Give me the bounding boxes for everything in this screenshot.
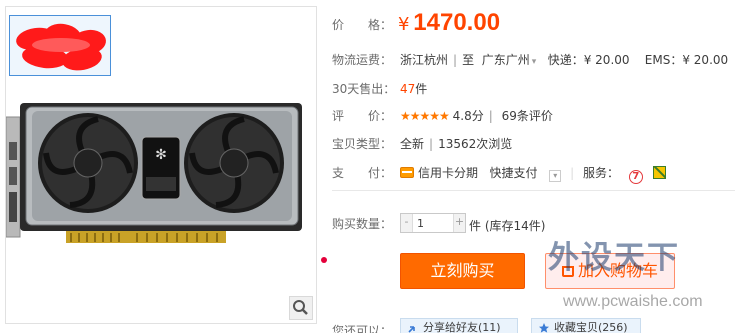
favorite-button[interactable]: 收藏宝贝(256) [531, 318, 641, 333]
payment-label: 支 付： [332, 166, 393, 180]
type-sep: | [429, 137, 434, 151]
share-label: 您还可以： [332, 324, 393, 333]
payment-divider: | [570, 166, 575, 180]
rating-count-link[interactable]: 69条评价 [502, 109, 553, 123]
site-watermark-title: 外设天下 [548, 240, 680, 276]
quantity-label: 购买数量： [332, 217, 393, 231]
view-count: 13562次浏览 [438, 137, 513, 151]
shop-logo [9, 15, 111, 76]
dropdown-arrow-icon[interactable]: ▾ [549, 170, 562, 182]
ship-to-dropdown-icon[interactable]: ▾ [532, 57, 537, 67]
ship-sep: | [453, 53, 458, 67]
stock-info: 件 (库存14件) [469, 217, 545, 234]
guarantee-icon[interactable] [652, 166, 666, 179]
item-condition: 全新 [400, 137, 425, 151]
zoom-icon [293, 300, 308, 315]
price-amount: 1470.00 [413, 9, 501, 36]
service-label: 服务： [583, 166, 620, 180]
price-label: 价 格： [332, 18, 393, 32]
rating-stars: ★★★★★ [400, 109, 450, 123]
price-currency: ¥ [398, 14, 410, 35]
rating-score: 4.8分 [452, 109, 484, 123]
shipping-label: 物流运费： [332, 53, 393, 67]
ship-to-select[interactable]: 广东广州 [482, 53, 530, 67]
svg-text:✻: ✻ [155, 147, 167, 163]
stock-count: (库存14件) [484, 219, 546, 233]
section-divider [332, 190, 735, 191]
sales-unit: 件 [415, 82, 428, 96]
rating-sep: | [488, 109, 493, 123]
sales-count: 47 [400, 82, 416, 96]
rating-count-unit: 条评价 [516, 109, 553, 123]
credit-card-icon [400, 167, 414, 178]
share-button[interactable]: 分享给好友(11) [400, 318, 518, 333]
indicator-dot [321, 257, 327, 263]
quantity-input[interactable] [414, 214, 453, 232]
favorite-button-label: 收藏宝贝(256) [554, 321, 628, 333]
site-watermark-url: www.pcwaishe.com [563, 293, 703, 310]
quantity-unit: 件 [469, 219, 482, 233]
credit-installment[interactable]: 信用卡分期 [418, 166, 478, 180]
graphics-card-image: ✻ [6, 103, 302, 243]
seven-day-return-icon[interactable]: 7 [628, 170, 643, 184]
share-icon [408, 326, 415, 333]
favorite-icon [539, 323, 549, 333]
ship-from: 浙江杭州 [400, 53, 449, 67]
ems-fee: EMS：¥ 20.00 [644, 53, 729, 67]
quantity-decrease-button[interactable]: - [401, 214, 413, 232]
zoom-button[interactable] [289, 296, 313, 320]
quantity-stepper[interactable]: - + [400, 213, 466, 233]
express-fee: 快递：¥ 20.00 [547, 53, 630, 67]
quantity-increase-button[interactable]: + [453, 214, 465, 232]
rating-count-number: 69 [501, 109, 517, 123]
share-button-label: 分享给好友(11) [423, 321, 501, 333]
ship-to-word: 至 [462, 53, 475, 67]
buy-now-button[interactable]: 立刻购买 [400, 253, 525, 289]
sales-label: 30天售出： [332, 82, 396, 96]
quick-pay[interactable]: 快捷支付 [489, 166, 537, 180]
type-label: 宝贝类型： [332, 137, 393, 151]
rating-label: 评 价： [332, 109, 393, 123]
